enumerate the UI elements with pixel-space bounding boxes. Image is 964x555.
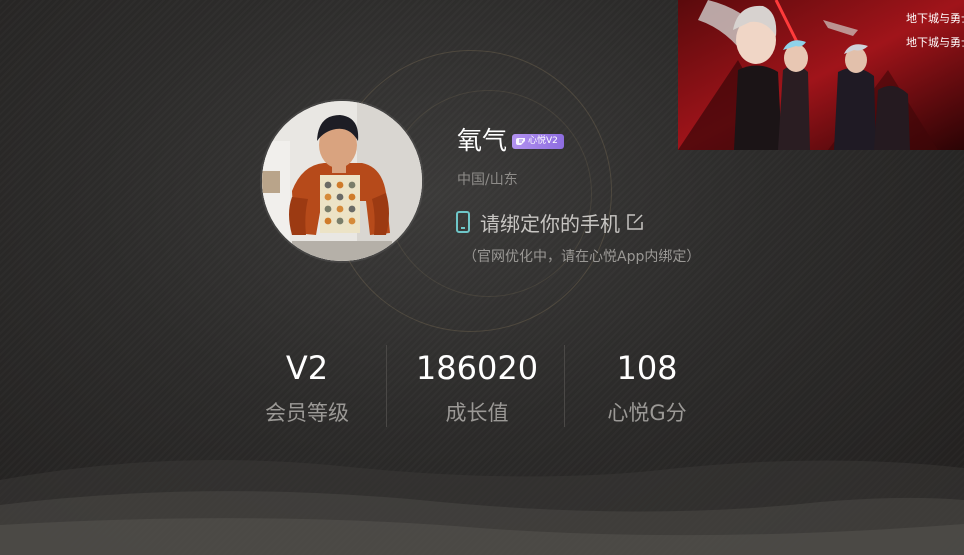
bind-phone-link[interactable]: 请绑定你的手机 <box>480 208 620 237</box>
avatar[interactable] <box>262 101 422 261</box>
stat-growth-value: 186020 成长值 <box>392 340 562 428</box>
mobile-phone-icon <box>456 211 470 233</box>
stat-value: V2 <box>285 349 329 387</box>
bind-phone-note: （官网优化中，请在心悦App内绑定） <box>463 249 701 265</box>
game-promo-banner[interactable]: 地下城与勇士 地下城与勇士 <box>678 0 964 150</box>
stat-value: 186020 <box>415 349 539 387</box>
stat-label: 会员等级 <box>265 401 349 425</box>
edit-pencil-icon[interactable] <box>626 213 644 231</box>
nickname: 氧气 <box>457 126 508 155</box>
stat-label: 心悦G分 <box>607 401 687 425</box>
game-logo-bottom: 地下城与勇士 <box>906 36 964 49</box>
avatar-photo <box>262 101 422 261</box>
stat-member-level: V2 会员等级 <box>222 340 392 428</box>
location: 中国/山东 <box>457 172 518 188</box>
vip-badge-label: 心悦V2 <box>528 136 558 146</box>
stat-g-points: 108 心悦G分 <box>562 340 732 428</box>
vip-badge[interactable]: 心悦V2 <box>512 134 564 149</box>
stat-value: 108 <box>616 349 678 387</box>
wing-icon <box>516 138 525 145</box>
member-stats: V2 会员等级 186020 成长值 108 心悦G分 <box>222 340 732 430</box>
stat-label: 成长值 <box>445 401 509 425</box>
decorative-wave <box>0 460 964 555</box>
game-logo-top: 地下城与勇士 <box>906 12 964 25</box>
game-banner-art: 地下城与勇士 地下城与勇士 <box>678 0 964 150</box>
stat-divider <box>386 345 387 427</box>
bind-phone-row[interactable]: 请绑定你的手机 <box>455 208 644 236</box>
